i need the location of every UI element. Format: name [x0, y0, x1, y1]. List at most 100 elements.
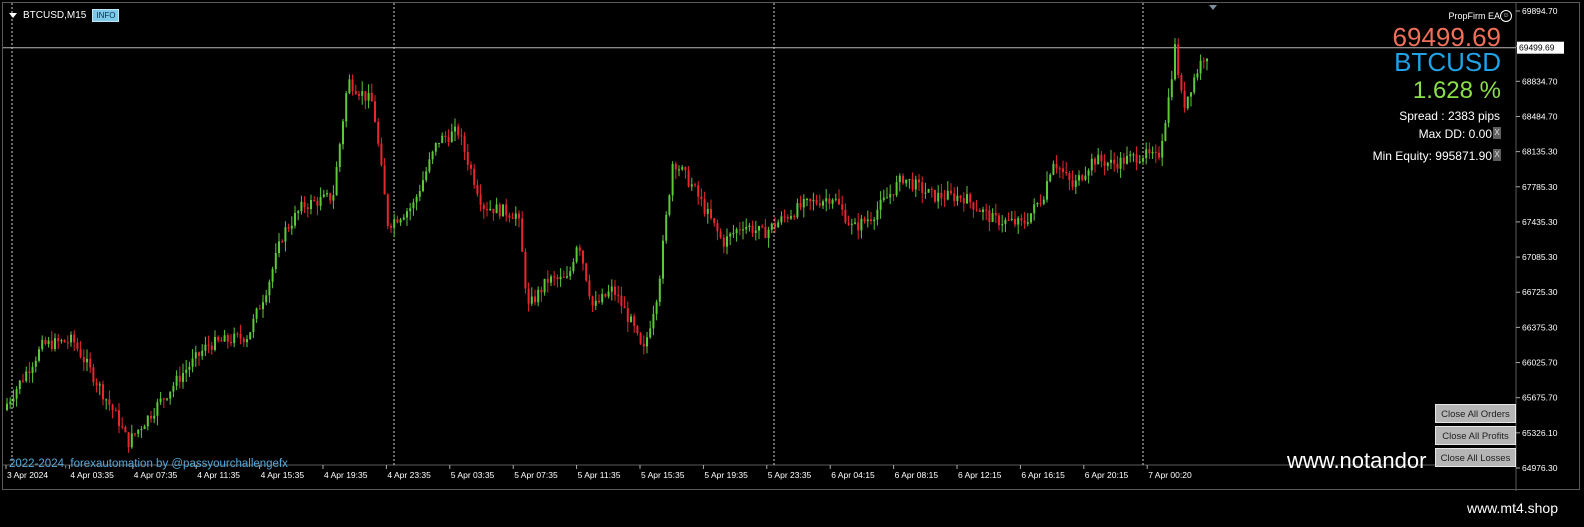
chart-window[interactable]: 69894.7069195.1068834.7068484.7068135.30… — [2, 2, 1581, 491]
candle-body — [934, 189, 936, 202]
candle-body — [1052, 163, 1055, 175]
candle-body — [665, 214, 668, 241]
candle-body — [713, 218, 716, 224]
candle-body — [1001, 224, 1004, 226]
candle-body — [118, 410, 120, 427]
candle-body — [268, 281, 271, 296]
candle-body — [294, 213, 296, 226]
candle-body — [777, 222, 780, 228]
candle-body — [1065, 171, 1068, 174]
candle-body — [153, 415, 156, 419]
candle-body — [930, 189, 933, 191]
candle-body — [479, 194, 482, 205]
candle-body — [390, 225, 392, 228]
candle-body — [505, 204, 508, 216]
candle-body — [354, 90, 357, 94]
candle-body — [306, 207, 309, 210]
price-axis-label: 67785.30 — [1522, 182, 1558, 192]
candle-body — [889, 194, 892, 198]
candle-body — [521, 218, 524, 252]
candle-body — [815, 200, 818, 204]
candle-body — [361, 91, 364, 96]
time-axis-label: 5 Apr 19:35 — [704, 470, 748, 480]
candle-body — [1097, 154, 1100, 165]
candle-body — [623, 306, 626, 309]
min-equity-label: Min Equity: 995871.90 — [1372, 149, 1492, 163]
candle-body — [764, 226, 767, 239]
candle-body — [1039, 202, 1042, 204]
time-axis-label: 6 Apr 20:15 — [1085, 470, 1129, 480]
candle-body — [524, 251, 527, 289]
candle-body — [530, 296, 533, 304]
candle-body — [297, 211, 300, 214]
candle-body — [985, 209, 988, 211]
candle-body — [454, 126, 456, 132]
candle-body — [802, 199, 805, 208]
candle-body — [1042, 199, 1045, 204]
symbol-label: BTCUSD — [1394, 47, 1501, 77]
candle-body — [1081, 175, 1084, 180]
close-all-profits-button[interactable]: Close All Profits — [1435, 426, 1516, 445]
max-dd-close-icon[interactable]: X — [1493, 127, 1501, 139]
close-all-losses-button[interactable]: Close All Losses — [1435, 448, 1516, 467]
min-equity-close-icon[interactable]: X — [1493, 149, 1501, 161]
candle-body — [44, 339, 47, 345]
time-axis-label: 7 Apr 00:20 — [1148, 470, 1192, 480]
candle-body — [1113, 159, 1116, 164]
candle-body — [1202, 60, 1205, 62]
candle-body — [482, 204, 485, 210]
candle-body — [1167, 97, 1170, 123]
candle-body — [82, 357, 85, 363]
candle-body — [1068, 173, 1071, 181]
candle-body — [316, 200, 319, 206]
price-axis-label: 64976.30 — [1522, 463, 1558, 473]
candle-body — [978, 210, 981, 213]
price-axis-label: 65675.70 — [1522, 393, 1558, 403]
close-all-orders-button[interactable]: Close All Orders — [1435, 404, 1516, 423]
candle-body — [620, 295, 623, 307]
footer-bar: www.mt4.shop — [0, 491, 1584, 527]
candle-body — [402, 217, 405, 220]
candle-body — [226, 335, 229, 342]
candle-body — [89, 358, 92, 368]
candle-body — [946, 190, 949, 200]
candle-body — [594, 300, 597, 306]
candle-body — [441, 135, 444, 143]
candle-body — [1164, 122, 1167, 141]
smiley-icon[interactable]: ☺ — [1500, 10, 1512, 22]
candle-body — [863, 218, 866, 222]
price-chart[interactable]: 69894.7069195.1068834.7068484.7068135.30… — [3, 3, 1581, 491]
candle-body — [850, 223, 853, 225]
candle-body — [34, 360, 37, 367]
candle-body — [585, 263, 588, 281]
candle-body — [1023, 220, 1026, 224]
candle-body — [281, 241, 284, 243]
candle-body — [844, 209, 847, 223]
candle-body — [332, 195, 335, 201]
candle-body — [1030, 213, 1032, 223]
candle-body — [940, 192, 943, 199]
candle-body — [511, 217, 514, 219]
candle-body — [793, 216, 796, 218]
candle-body — [604, 293, 607, 297]
candle-body — [1046, 181, 1048, 200]
candle-body — [127, 432, 130, 448]
candle-body — [172, 385, 175, 392]
candle-body — [882, 197, 885, 200]
candle-body — [1148, 149, 1151, 154]
collapse-triangle-icon[interactable] — [9, 13, 17, 18]
time-axis-label: 6 Apr 08:15 — [895, 470, 939, 480]
candle-body — [959, 195, 962, 199]
price-axis-label: 65326.10 — [1522, 428, 1558, 438]
candle-body — [1116, 163, 1119, 169]
candle-body — [799, 203, 802, 208]
shift-marker-icon[interactable] — [1209, 5, 1217, 10]
candle-body — [761, 226, 764, 228]
candle-body — [412, 202, 415, 209]
candle-body — [562, 276, 565, 278]
candle-body — [463, 136, 466, 153]
info-button[interactable]: INFO — [92, 9, 120, 22]
candle-body — [28, 371, 31, 373]
candle-body — [422, 180, 424, 192]
candle-body — [646, 337, 648, 347]
